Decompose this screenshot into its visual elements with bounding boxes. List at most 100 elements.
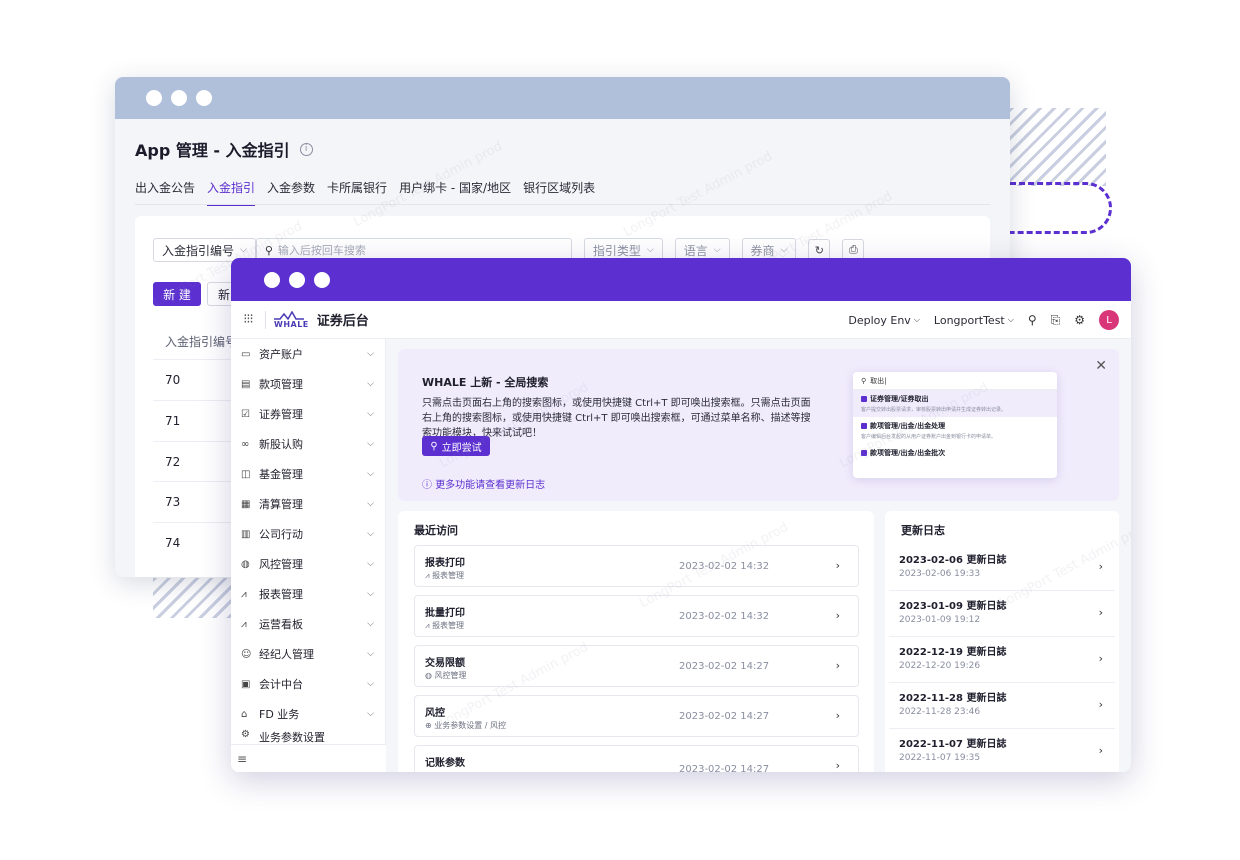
recent-item-time: 2023-02-02 14:27	[679, 711, 770, 722]
table-row[interactable]: 70	[153, 359, 243, 399]
sidebar-item-fd[interactable]: ⌂ FD 业务 ⌵	[231, 699, 386, 729]
logo-text: WHALE	[274, 319, 309, 329]
chevron-down-icon: ⌵	[367, 499, 374, 509]
changelog-item-title: 2023-01-09 更新日誌	[899, 601, 1007, 612]
sidebar-item-asset-accounts[interactable]: ▭ 资产账户 ⌵	[231, 339, 386, 369]
decorative-stripes	[153, 578, 233, 618]
table-row[interactable]: 71	[153, 400, 243, 440]
window-dot[interactable]	[314, 271, 330, 288]
recent-item[interactable]: 记账参数 2023-02-02 14:27 ›	[414, 745, 859, 772]
recent-item-time: 2023-02-02 14:32	[679, 611, 770, 622]
logo-wave-icon	[274, 310, 304, 320]
sidebar-item-clearing[interactable]: ▦ 清算管理 ⌵	[231, 489, 386, 519]
table-row[interactable]: 74	[153, 522, 243, 562]
recent-item-name: 批量打印	[425, 608, 465, 619]
bank-icon: ⌂	[241, 708, 248, 720]
recent-item-path: ◍ 风控管理	[425, 671, 467, 680]
recent-item-path: ⩘ 报表管理	[425, 621, 465, 630]
window-dot[interactable]	[264, 271, 280, 288]
changelog-item[interactable]: 2022-11-07 更新日誌 2022-11-07 19:35 ›	[889, 729, 1115, 772]
sidebar-item-fund-management[interactable]: ◫ 基金管理 ⌵	[231, 459, 386, 489]
sidebar-item-brokers[interactable]: ☺ 经纪人管理 ⌵	[231, 639, 386, 669]
tab-divider	[135, 204, 990, 205]
sidebar-item-label: 风控管理	[259, 558, 303, 571]
recent-item[interactable]: 报表打印 ⩘ 报表管理 2023-02-02 14:32 ›	[414, 545, 859, 587]
info-icon[interactable]: i	[299, 142, 313, 156]
gear-icon[interactable]: ⚙	[1074, 313, 1085, 327]
table-row[interactable]: 72	[153, 441, 243, 481]
tab-deposit-params[interactable]: 入金参数	[267, 179, 315, 206]
chevron-down-icon: ⌵	[367, 439, 374, 449]
sidebar: ▭ 资产账户 ⌵ ▤ 款项管理 ⌵ ☑ 证券管理 ⌵ ∞ 新股认购 ⌵ ◫ 基金	[231, 339, 386, 772]
header-actions: Deploy Env ⌵ LongportTest ⌵ ⚲ ⎘ ⚙ L	[848, 301, 1119, 339]
close-icon[interactable]: ✕	[1095, 358, 1107, 374]
whale-logo[interactable]: WHALE	[274, 310, 309, 329]
trend-icon: ⩘	[241, 618, 247, 630]
chevron-down-icon: ⌵	[367, 409, 374, 419]
changelog-link[interactable]: ⓘ 更多功能请查看更新日志	[422, 476, 545, 491]
changelog-item-title: 2022-12-19 更新日誌	[899, 647, 1007, 658]
sidebar-item-label: 业务参数设置	[259, 731, 325, 743]
decorative-dashed-shape	[1010, 182, 1112, 234]
sidebar-item-reports[interactable]: ⩘ 报表管理 ⌵	[231, 579, 386, 609]
chevron-down-icon: ⌵	[1007, 315, 1014, 324]
account-select[interactable]: LongportTest ⌵	[934, 314, 1014, 327]
recent-item[interactable]: 批量打印 ⩘ 报表管理 2023-02-02 14:32 ›	[414, 595, 859, 637]
chevron-down-icon: ⌵	[913, 315, 920, 324]
sidebar-item-risk[interactable]: ◍ 风控管理 ⌵	[231, 549, 386, 579]
tab-bar: 出入金公告 入金指引 入金参数 卡所属银行 用户绑卡 - 国家/地区 银行区域列…	[135, 179, 595, 206]
tab-card-region[interactable]: 用户绑卡 - 国家/地区	[399, 179, 511, 206]
try-now-label: 立即尝试	[441, 442, 482, 454]
chevron-down-icon: ⌵	[367, 379, 374, 389]
window-dot[interactable]	[171, 90, 187, 106]
window-dot[interactable]	[196, 90, 212, 106]
search-icon[interactable]: ⚲	[1028, 313, 1037, 327]
sidebar-item-dashboard[interactable]: ⩘ 运营看板 ⌵	[231, 609, 386, 639]
shield-icon: ◍	[241, 558, 250, 570]
tab-deposit-notice[interactable]: 出入金公告	[135, 179, 195, 206]
new-button[interactable]: 新 建	[153, 282, 201, 306]
try-now-button[interactable]: ⚲ 立即尝试	[422, 436, 490, 456]
table-row[interactable]: 73	[153, 481, 243, 521]
tab-card-bank[interactable]: 卡所属银行	[327, 179, 387, 206]
search-preview: ⚲ 取出| 证券管理/证券取出 客户提交转出股票请求，审核股票转出申请并生成证券…	[853, 372, 1057, 478]
recent-title: 最近访问	[414, 524, 458, 537]
search-icon: ⚲	[430, 440, 438, 452]
sidebar-item-funds[interactable]: ▤ 款项管理 ⌵	[231, 369, 386, 399]
preview-result: 款项管理/出金/出金处理 客户编辑后台发起的从用户证券账户出金到银行卡的申请单。	[853, 417, 1057, 444]
sidebar-item-accounting[interactable]: ▣ 会计中台 ⌵	[231, 669, 386, 699]
env-select[interactable]: Deploy Env ⌵	[848, 314, 920, 327]
chevron-down-icon: ⌵	[240, 245, 247, 255]
field-select-value: 入金指引编号	[162, 243, 235, 258]
collapse-icon: ≡	[237, 751, 248, 766]
sidebar-item-securities[interactable]: ☑ 证券管理 ⌵	[231, 399, 386, 429]
document-icon: ▤	[241, 378, 251, 390]
sidebar-item-label: 证券管理	[259, 408, 303, 421]
chevron-right-icon: ›	[1098, 560, 1103, 573]
chevron-right-icon: ›	[1098, 698, 1103, 711]
changelog-item[interactable]: 2022-12-19 更新日誌 2022-12-20 19:26 ›	[889, 637, 1115, 683]
changelog-item-date: 2023-02-06 19:33	[899, 569, 981, 579]
window-dot[interactable]	[146, 90, 162, 106]
recent-item[interactable]: 交易限额 ◍ 风控管理 2023-02-02 14:27 ›	[414, 645, 859, 687]
changelog-item[interactable]: 2022-11-28 更新日誌 2022-11-28 23:46 ›	[889, 683, 1115, 729]
tab-deposit-guide[interactable]: 入金指引	[207, 179, 256, 206]
window-dot[interactable]	[289, 271, 305, 288]
line-chart-icon: ⩘	[241, 588, 247, 600]
chart-icon: ⩘	[425, 571, 433, 580]
sidebar-item-business-params[interactable]: ⚙ 业务参数设置	[231, 729, 386, 743]
tab-bank-region-list[interactable]: 银行区域列表	[523, 179, 595, 206]
app-grid-icon[interactable]: ⁝⁝⁝	[231, 312, 265, 327]
chevron-down-icon: ⌵	[367, 529, 374, 539]
chevron-down-icon: ⌵	[367, 709, 374, 719]
result-desc: 客户编辑后台发起的从用户证券账户出金到银行卡的申请单。	[861, 434, 997, 440]
avatar[interactable]: L	[1099, 310, 1119, 330]
sidebar-collapse-button[interactable]: ≡	[231, 744, 386, 772]
notification-icon[interactable]: ⎘	[1051, 313, 1061, 328]
sidebar-item-corporate-actions[interactable]: ▥ 公司行动 ⌵	[231, 519, 386, 549]
decorative-stripes	[1010, 108, 1106, 186]
recent-item[interactable]: 风控 ⊕ 业务参数设置 / 风控 2023-02-02 14:27 ›	[414, 695, 859, 737]
changelog-item[interactable]: 2023-02-06 更新日誌 2023-02-06 19:33 ›	[889, 545, 1115, 591]
changelog-item[interactable]: 2023-01-09 更新日誌 2023-01-09 19:12 ›	[889, 591, 1115, 637]
sidebar-item-ipo[interactable]: ∞ 新股认购 ⌵	[231, 429, 386, 459]
